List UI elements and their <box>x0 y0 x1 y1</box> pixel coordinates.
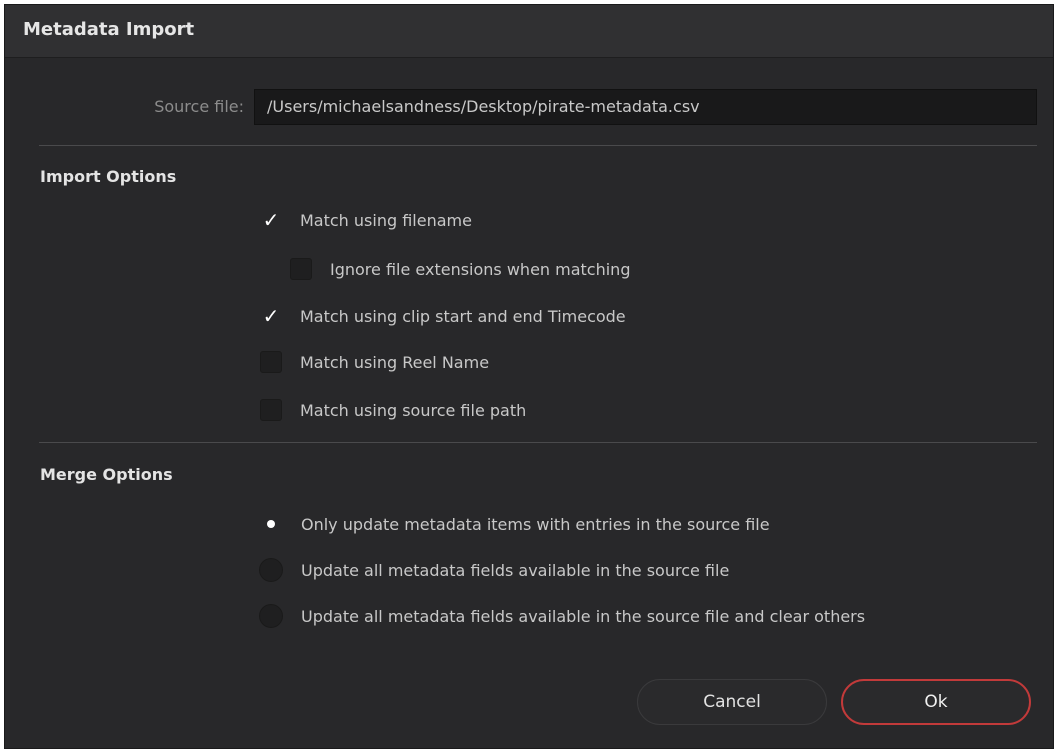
metadata-import-dialog: Metadata Import Source file: /Users/mich… <box>4 4 1054 749</box>
checkbox-match-reel-name[interactable]: Match using Reel Name <box>260 349 489 375</box>
checkbox-ignore-extensions[interactable]: Ignore file extensions when matching <box>290 256 630 282</box>
option-label: Match using filename <box>300 210 472 230</box>
radio-update-entries-only[interactable]: Only update metadata items with entries … <box>259 511 770 537</box>
checkbox-empty-icon <box>260 399 282 421</box>
merge-options-heading: Merge Options <box>40 465 173 484</box>
divider-middle <box>39 442 1037 443</box>
checkbox-empty-icon <box>260 351 282 373</box>
source-file-field[interactable]: /Users/michaelsandness/Desktop/pirate-me… <box>254 89 1037 125</box>
checkbox-match-timecode[interactable]: ✓ Match using clip start and end Timecod… <box>260 303 626 329</box>
import-options-heading: Import Options <box>40 167 177 186</box>
option-label: Match using Reel Name <box>300 352 490 372</box>
radio-empty-icon <box>259 604 283 628</box>
option-label: Ignore file extensions when matching <box>330 259 631 279</box>
checkbox-match-source-path[interactable]: Match using source file path <box>260 397 526 423</box>
option-label: Match using clip start and end Timecode <box>300 306 626 326</box>
option-label: Update all metadata fields available in … <box>301 560 730 580</box>
checkbox-match-filename[interactable]: ✓ Match using filename <box>260 207 472 233</box>
radio-selected-icon <box>259 512 283 536</box>
checkmark-icon: ✓ <box>262 208 280 232</box>
option-label: Match using source file path <box>300 400 527 420</box>
ok-button[interactable]: Ok <box>841 679 1031 725</box>
option-label: Update all metadata fields available in … <box>301 606 866 626</box>
dialog-title: Metadata Import <box>23 19 195 40</box>
option-label: Only update metadata items with entries … <box>301 514 770 534</box>
cancel-button[interactable]: Cancel <box>637 679 827 725</box>
dialog-titlebar: Metadata Import <box>5 5 1053 58</box>
divider-top <box>39 145 1037 146</box>
checkmark-icon: ✓ <box>262 304 280 328</box>
source-file-label: Source file: <box>154 97 244 116</box>
radio-update-all-clear-others[interactable]: Update all metadata fields available in … <box>259 603 865 629</box>
checkbox-empty-icon <box>290 258 312 280</box>
radio-empty-icon <box>259 558 283 582</box>
radio-update-all-fields[interactable]: Update all metadata fields available in … <box>259 557 729 583</box>
